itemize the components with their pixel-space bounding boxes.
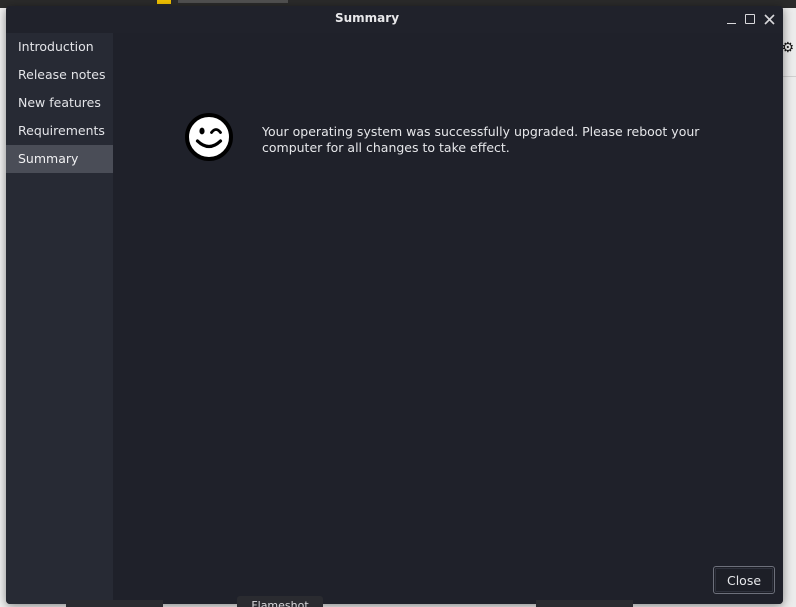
- gear-icon[interactable]: ⚙: [781, 41, 794, 55]
- sidebar-item-introduction[interactable]: Introduction: [6, 33, 113, 61]
- maximize-button[interactable]: [743, 12, 757, 26]
- taskbar-item[interactable]: [66, 600, 163, 607]
- sidebar-item-new-features[interactable]: New features: [6, 89, 113, 117]
- background-notification-badge: [157, 0, 171, 4]
- close-button[interactable]: Close: [713, 566, 775, 594]
- taskbar-peek: Flameshot: [0, 596, 796, 607]
- sidebar: Introduction Release notes New features …: [6, 33, 113, 604]
- sidebar-item-release-notes[interactable]: Release notes: [6, 61, 113, 89]
- upgrade-success-message: Your operating system was successfully u…: [262, 124, 700, 155]
- minimize-button[interactable]: [724, 12, 738, 26]
- taskbar-item[interactable]: [536, 600, 633, 607]
- sidebar-item-requirements[interactable]: Requirements: [6, 117, 113, 145]
- window-close-button[interactable]: [762, 12, 776, 26]
- taskbar-flameshot[interactable]: Flameshot: [237, 596, 323, 607]
- sidebar-item-summary[interactable]: Summary: [6, 145, 113, 173]
- window-title: Summary: [334, 11, 400, 25]
- minimize-icon: [726, 22, 736, 25]
- wink-smiley-icon: [185, 113, 233, 161]
- titlebar[interactable]: Summary: [6, 6, 783, 33]
- background-obscured-text: [178, 0, 288, 3]
- summary-content: Your operating system was successfully u…: [113, 33, 783, 604]
- maximize-icon: [745, 14, 755, 24]
- close-icon: [763, 13, 775, 25]
- upgrade-summary-dialog: Summary Introduction Release notes New f…: [6, 6, 783, 604]
